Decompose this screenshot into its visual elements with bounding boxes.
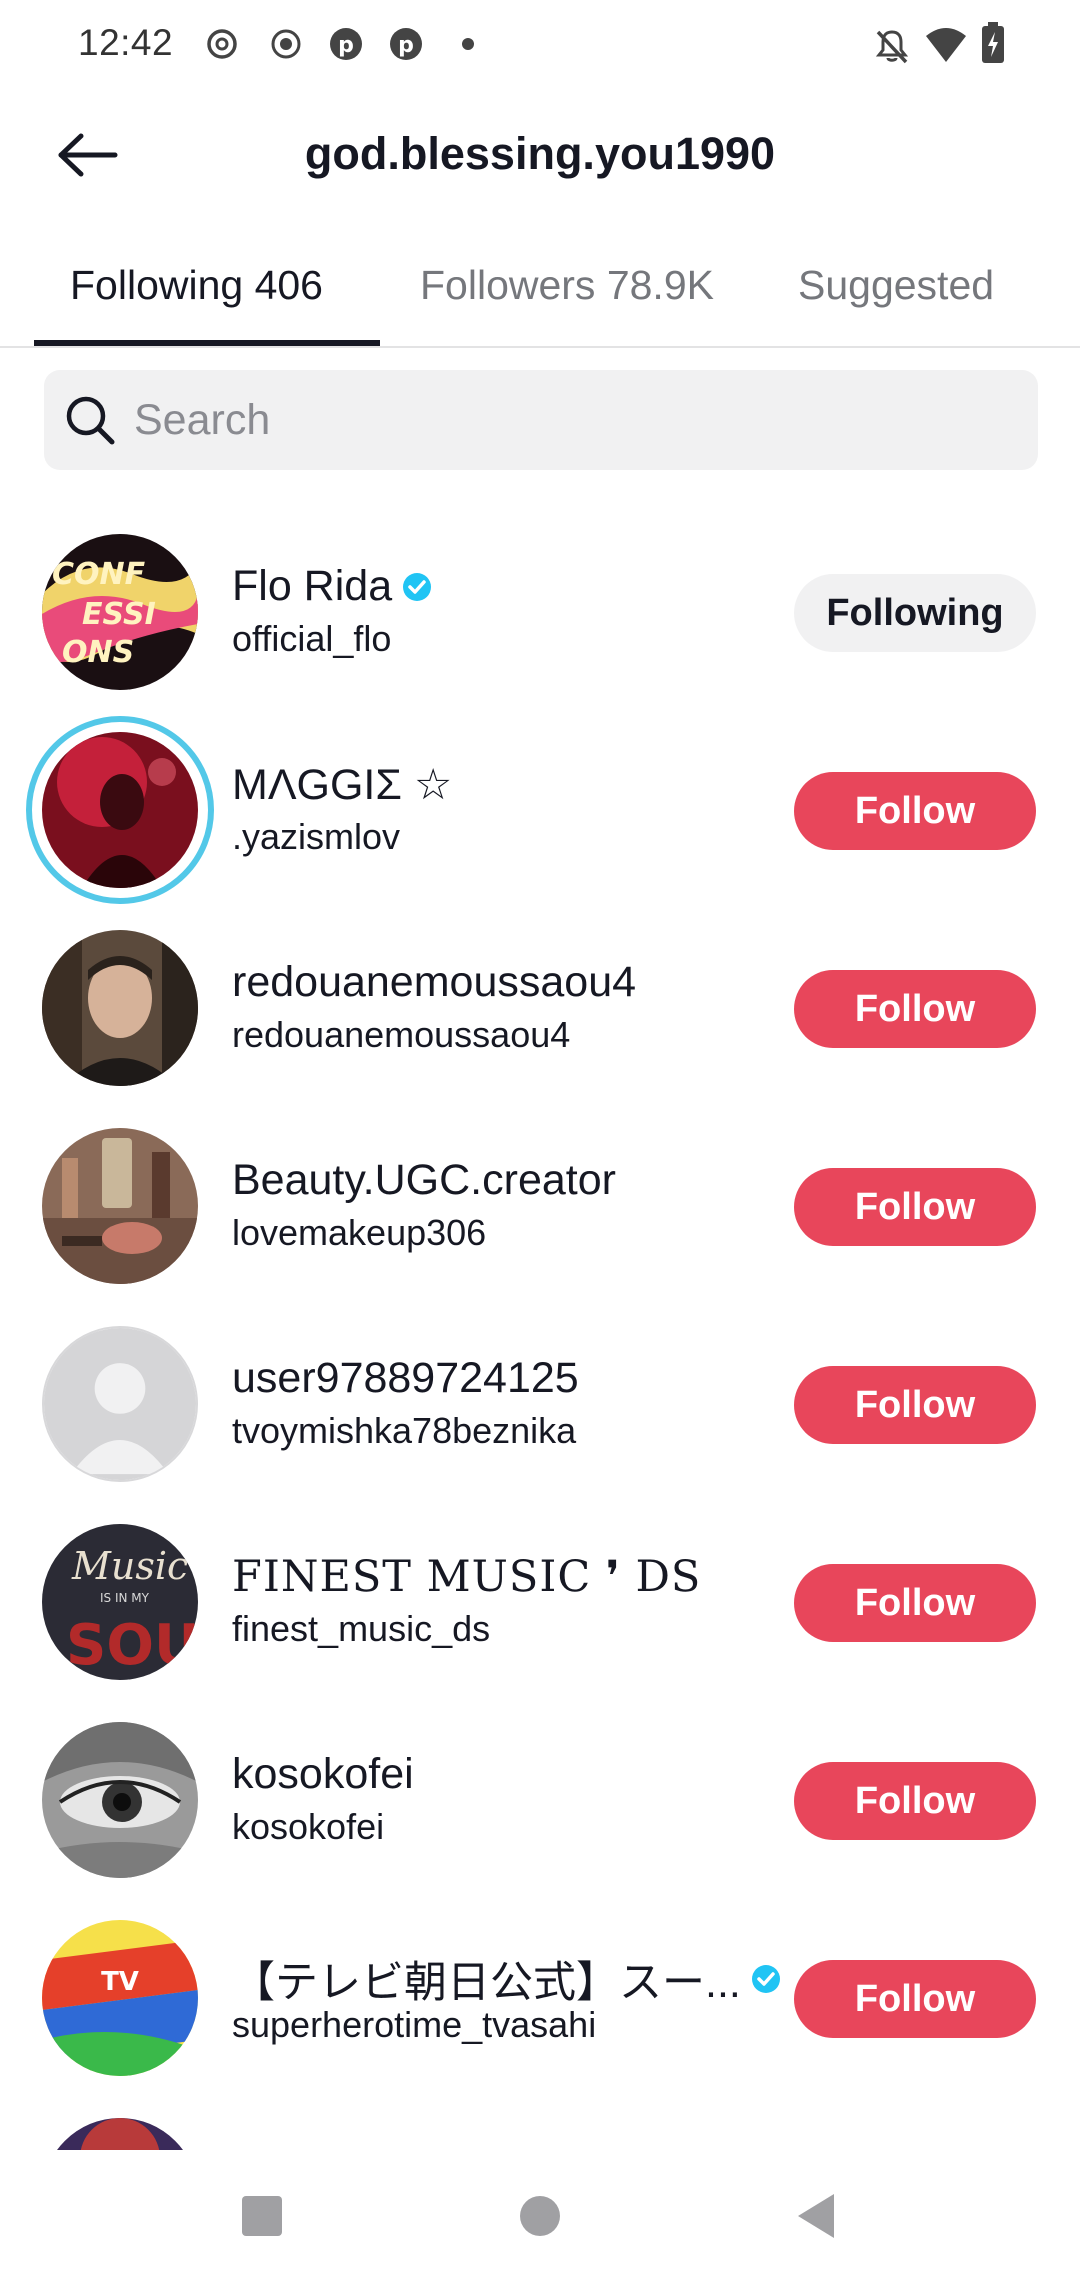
status-bar: 12:42 p p bbox=[0, 0, 1080, 88]
verified-badge-icon bbox=[751, 1965, 780, 1993]
svg-text:TV: TV bbox=[101, 1967, 139, 1997]
follow-button[interactable]: Follow bbox=[794, 1762, 1036, 1840]
following-button[interactable]: Following bbox=[794, 574, 1036, 652]
avatar[interactable]: Music IS IN MY SOUL bbox=[42, 1524, 198, 1680]
back-triangle-icon[interactable] bbox=[788, 2186, 848, 2246]
list-item[interactable]: kosokofei kosokofei Follow bbox=[0, 1708, 1080, 1906]
follow-button[interactable]: Follow bbox=[794, 1564, 1036, 1642]
svg-text:p: p bbox=[338, 33, 354, 58]
user-name[interactable]: redouanemoussaou4 bbox=[232, 958, 636, 1007]
avatar[interactable] bbox=[42, 1326, 198, 1482]
list-item[interactable] bbox=[0, 2104, 1080, 2150]
list-item[interactable]: user97889724125 tvoymishka78beznika Foll… bbox=[0, 1312, 1080, 1510]
user-handle: superherotime_tvasahi bbox=[232, 2004, 597, 2045]
follow-button[interactable]: Follow bbox=[794, 1366, 1036, 1444]
list-item[interactable]: TV 【テレビ朝日公式】スー... superherotime_tvasahi … bbox=[0, 1906, 1080, 2104]
svg-text:CONF: CONF bbox=[52, 557, 146, 592]
avatar-image bbox=[42, 2118, 198, 2150]
avatar-image: Music IS IN MY SOUL bbox=[42, 1524, 198, 1680]
list-item[interactable]: Beauty.UGC.creator lovemakeup306 Follow bbox=[0, 1114, 1080, 1312]
home-circle-icon[interactable] bbox=[510, 2186, 570, 2246]
search-icon bbox=[66, 396, 115, 445]
pinterest-notification-icon: p bbox=[330, 28, 362, 60]
record-notification-icon bbox=[271, 29, 301, 59]
follow-button[interactable]: Follow bbox=[794, 1960, 1036, 2038]
list-item[interactable]: CONF ESSI ONS Flo Rida official_flo Foll… bbox=[0, 520, 1080, 718]
user-name[interactable]: kosokofei bbox=[232, 1750, 414, 1799]
search-input[interactable] bbox=[134, 370, 1014, 470]
user-name[interactable]: 【テレビ朝日公式】スー... bbox=[232, 1948, 781, 2010]
header: god.blessing.you1990 bbox=[0, 100, 1080, 210]
status-time: 12:42 bbox=[78, 22, 174, 63]
verified-badge-icon bbox=[403, 572, 432, 601]
avatar[interactable] bbox=[42, 2118, 198, 2150]
user-handle: kosokofei bbox=[232, 1806, 385, 1847]
avatar[interactable] bbox=[42, 1128, 198, 1284]
wifi-icon bbox=[926, 28, 966, 62]
user-handle: .yazismlov bbox=[232, 816, 401, 857]
user-name[interactable]: Flo Rida bbox=[232, 562, 432, 611]
svg-text:SOUL: SOUL bbox=[66, 1613, 198, 1678]
svg-text:IS IN MY: IS IN MY bbox=[100, 1591, 150, 1605]
battery-charging-icon bbox=[982, 22, 1004, 63]
avatar-image: CONF ESSI ONS bbox=[42, 534, 198, 690]
tab-suggested[interactable]: Suggested bbox=[798, 262, 994, 348]
avatar-image bbox=[42, 930, 198, 1086]
avatar-image bbox=[42, 1722, 198, 1878]
avatar-image bbox=[42, 1128, 198, 1284]
avatar[interactable] bbox=[42, 1722, 198, 1878]
follow-button[interactable]: Follow bbox=[794, 970, 1036, 1048]
tab-bar: Following 406 Followers 78.9K Suggested bbox=[0, 240, 1080, 348]
avatar[interactable]: TV bbox=[42, 1920, 198, 2076]
follow-button[interactable]: Follow bbox=[794, 772, 1036, 850]
system-navigation-bar bbox=[0, 2150, 1080, 2280]
svg-text:p: p bbox=[398, 33, 414, 58]
list-item[interactable]: ΜΛGGIΣ ☆ .yazismlov Follow bbox=[0, 716, 1080, 916]
following-list: CONF ESSI ONS Flo Rida official_flo Foll… bbox=[0, 520, 1080, 2150]
page-title: god.blessing.you1990 bbox=[304, 128, 776, 179]
avatar[interactable] bbox=[42, 930, 198, 1086]
list-item[interactable]: Music IS IN MY SOUL FINEST MUSIC ❜ DS fi… bbox=[0, 1510, 1080, 1708]
user-name[interactable]: FINEST MUSIC ❜ DS bbox=[232, 1552, 701, 1602]
svg-text:Music: Music bbox=[71, 1544, 188, 1588]
search-bar[interactable] bbox=[44, 370, 1038, 470]
user-name[interactable]: ΜΛGGIΣ ☆ bbox=[232, 760, 452, 810]
notifications-muted-icon bbox=[875, 30, 909, 64]
tab-followers[interactable]: Followers 78.9K bbox=[420, 262, 714, 348]
threads-notification-icon bbox=[207, 29, 237, 59]
user-handle: tvoymishka78beznika bbox=[232, 1410, 577, 1451]
svg-text:ESSI: ESSI bbox=[82, 597, 156, 632]
more-notifications-dot-icon bbox=[462, 38, 474, 50]
pinterest-notification-icon: p bbox=[390, 28, 422, 60]
follow-button[interactable]: Follow bbox=[794, 1168, 1036, 1246]
user-handle: lovemakeup306 bbox=[232, 1212, 487, 1253]
recents-square-icon[interactable] bbox=[232, 2186, 292, 2246]
user-name[interactable]: Beauty.UGC.creator bbox=[232, 1156, 616, 1205]
list-item[interactable]: redouanemoussaou4 redouanemoussaou4 Foll… bbox=[0, 916, 1080, 1114]
active-tab-indicator bbox=[34, 340, 380, 346]
avatar[interactable] bbox=[42, 732, 198, 888]
avatar[interactable]: CONF ESSI ONS bbox=[42, 534, 198, 690]
user-handle: official_flo bbox=[232, 618, 392, 659]
default-avatar-icon bbox=[44, 1328, 196, 1480]
user-handle: finest_music_ds bbox=[232, 1608, 491, 1649]
tab-following[interactable]: Following 406 bbox=[70, 262, 323, 348]
svg-text:ONS: ONS bbox=[62, 635, 134, 670]
avatar-image bbox=[42, 732, 198, 888]
avatar-image: TV bbox=[42, 1920, 198, 2076]
user-name[interactable]: user97889724125 bbox=[232, 1354, 579, 1403]
user-handle: redouanemoussaou4 bbox=[232, 1014, 571, 1055]
